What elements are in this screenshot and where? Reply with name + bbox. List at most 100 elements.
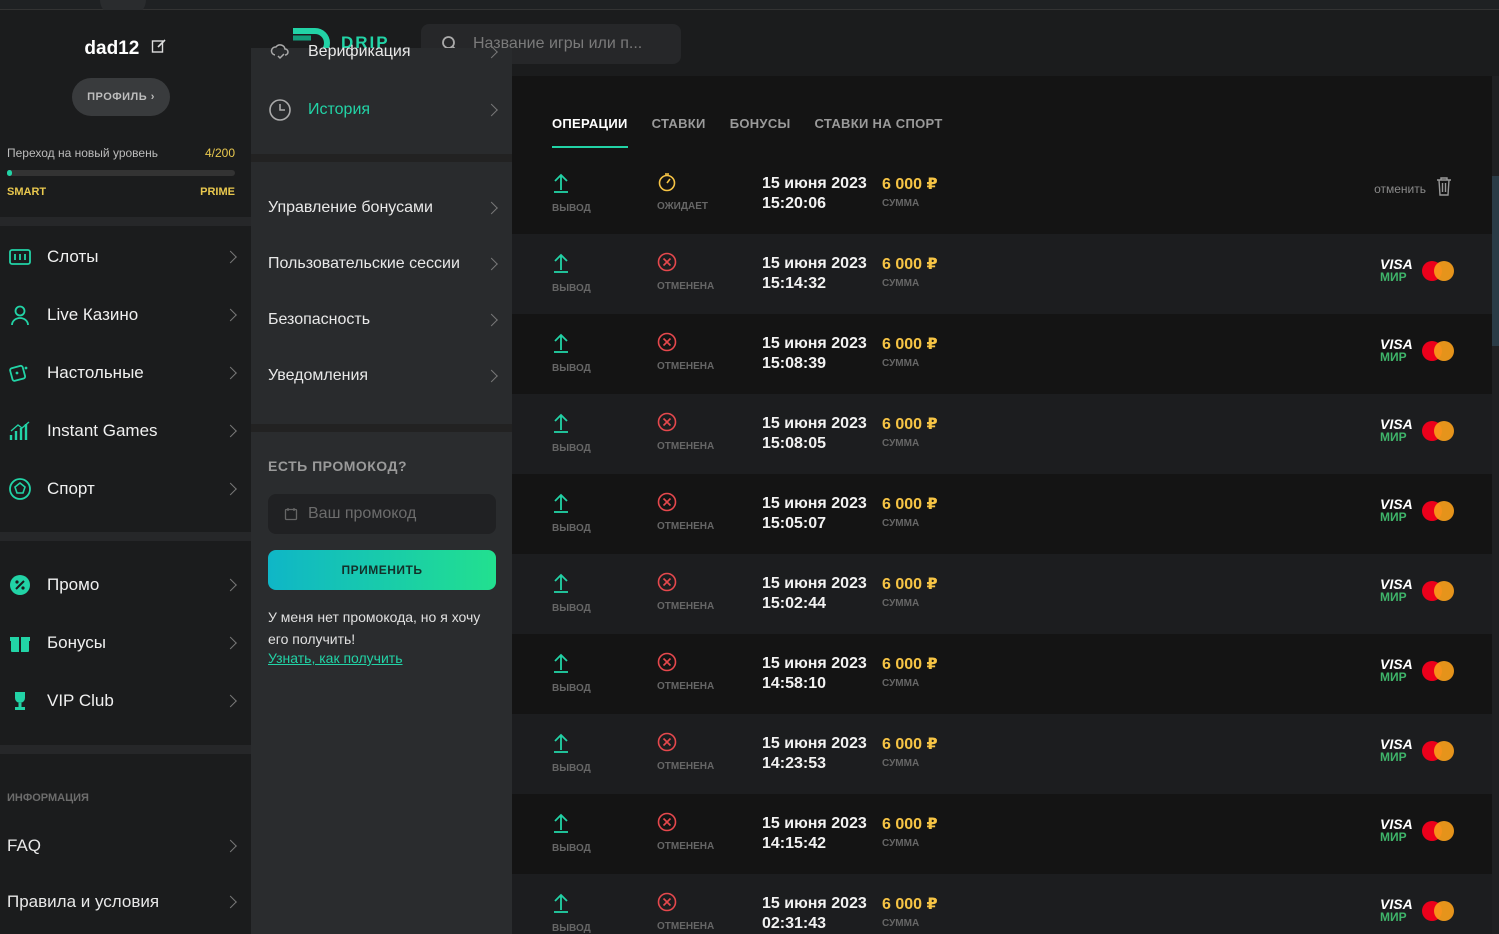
operation-date: 15 июня 2023: [762, 815, 867, 832]
operation-type: ВЫВОД: [552, 492, 612, 534]
table-row[interactable]: ВЫВОД ОТМЕНЕНА 15 июня 2023 15:05:07 6 0…: [512, 474, 1492, 554]
operation-date: 15 июня 2023: [762, 175, 867, 192]
settings-menu-item-2[interactable]: Безопасность: [251, 292, 512, 348]
withdraw-arrow-icon: [552, 173, 570, 198]
info-item-0[interactable]: FAQ: [0, 818, 251, 874]
promo-code-input[interactable]: [308, 505, 488, 523]
amount-label: СУММА: [882, 918, 920, 929]
sidebar-item-games-3[interactable]: Instant Games: [0, 402, 251, 460]
cancel-link[interactable]: отменить: [1374, 182, 1426, 196]
bars-icon: [7, 418, 33, 444]
settings-menu-item-0[interactable]: Управление бонусами: [251, 180, 512, 236]
sidebar-item-extras-2[interactable]: VIP Club: [0, 672, 251, 730]
chevron-right-icon: [485, 313, 498, 327]
info-item-label: Правила и условия: [7, 892, 160, 911]
operation-date: 15 июня 2023: [762, 255, 867, 272]
history-tab-2[interactable]: БОНУСЫ: [730, 116, 791, 148]
payment-method-logo: VISA МИР: [1380, 816, 1454, 846]
sidebar-item-extras-0[interactable]: Промо: [0, 556, 251, 614]
settings-menu-item-3[interactable]: Уведомления: [251, 348, 512, 404]
operation-status: ОТМЕНЕНА: [657, 732, 747, 772]
status-label: ОЖИДАЕТ: [657, 201, 708, 212]
history-tab-3[interactable]: СТАВКИ НА СПОРТ: [815, 116, 943, 148]
sidebar-item-games-1[interactable]: Live Казино: [0, 286, 251, 344]
menu-item-verification[interactable]: Верификация: [251, 43, 512, 60]
scrollbar[interactable]: [1492, 76, 1499, 934]
user-panel: dad12 ПРОФИЛЬ › Переход на новый уровень…: [0, 10, 251, 217]
status-label: ОТМЕНЕНА: [657, 601, 715, 612]
operation-time: 15:08:39: [762, 355, 827, 372]
promo-how-to-get-link[interactable]: Узнать, как получить: [268, 650, 403, 666]
table-row[interactable]: ВЫВОД ОЖИДАЕТ 15 июня 2023 15:20:06 6 00…: [512, 154, 1492, 234]
divider: [251, 424, 512, 432]
chevron-right-icon: [224, 308, 237, 322]
promo-input-box[interactable]: [268, 494, 496, 534]
sidebar-item-label: Слоты: [47, 247, 99, 266]
operation-type-label: ВЫВОД: [552, 683, 591, 694]
row-right: VISA МИР: [1380, 336, 1454, 366]
menu-item-history[interactable]: История: [251, 82, 512, 138]
operation-status: ОТМЕНЕНА: [657, 412, 747, 452]
sidebar-item-extras-1[interactable]: Бонусы: [0, 614, 251, 672]
mir-logo: МИР: [1380, 830, 1407, 844]
edit-icon[interactable]: [151, 38, 167, 60]
cloud-verify-icon: [268, 40, 292, 64]
withdraw-arrow-icon: [552, 893, 570, 918]
mir-logo: МИР: [1380, 750, 1407, 764]
table-row[interactable]: ВЫВОД ОТМЕНЕНА 15 июня 2023 14:58:10 6 0…: [512, 634, 1492, 714]
table-row[interactable]: ВЫВОД ОТМЕНЕНА 15 июня 2023 15:08:39 6 0…: [512, 314, 1492, 394]
withdraw-arrow-icon: [552, 573, 570, 598]
profile-button-label: ПРОФИЛЬ: [87, 91, 148, 103]
info-item-1[interactable]: Правила и условия: [0, 874, 251, 930]
operation-status: ОТМЕНЕНА: [657, 332, 747, 372]
sidebar-item-games-0[interactable]: Слоты: [0, 228, 251, 286]
operation-type-label: ВЫВОД: [552, 603, 591, 614]
divider: [0, 745, 251, 754]
sidebar-item-games-4[interactable]: Спорт: [0, 460, 251, 518]
operation-amount: 6 000 ₽ СУММА: [882, 574, 938, 609]
operation-status: ОТМЕНЕНА: [657, 252, 747, 292]
row-right: VISA МИР: [1380, 416, 1454, 446]
cancelled-x-icon: [657, 572, 677, 596]
promo-icon: [284, 508, 298, 521]
operation-time: 15:14:32: [762, 275, 827, 292]
operation-type: ВЫВОД: [552, 252, 612, 294]
profile-button[interactable]: ПРОФИЛЬ ›: [72, 78, 170, 116]
amount-value: 6 000 ₽: [882, 496, 938, 513]
scrollbar-thumb[interactable]: [1492, 176, 1499, 346]
table-row[interactable]: ВЫВОД ОТМЕНЕНА 15 июня 2023 15:02:44 6 0…: [512, 554, 1492, 634]
trash-icon[interactable]: [1436, 176, 1452, 201]
gift-icon: [7, 630, 33, 656]
payment-method-logo: VISA МИР: [1380, 416, 1454, 446]
operation-date: 15 июня 2023: [762, 415, 867, 432]
table-row[interactable]: ВЫВОД ОТМЕНЕНА 15 июня 2023 14:23:53 6 0…: [512, 714, 1492, 794]
mastercard-orange-circle: [1434, 661, 1454, 681]
table-row[interactable]: ВЫВОД ОТМЕНЕНА 15 июня 2023 15:14:32 6 0…: [512, 234, 1492, 314]
dealer-icon: [7, 302, 33, 328]
row-right: VISA МИР: [1380, 816, 1454, 846]
chevron-right-icon: [485, 369, 498, 383]
operation-type: ВЫВОД: [552, 332, 612, 374]
operation-date: 15 июня 2023: [762, 335, 867, 352]
sidebar-item-games-2[interactable]: Настольные: [0, 344, 251, 402]
table-row[interactable]: ВЫВОД ОТМЕНЕНА 15 июня 2023 02:31:43 6 0…: [512, 874, 1492, 934]
menu-item-label: Управление бонусами: [268, 199, 433, 216]
operation-type-label: ВЫВОД: [552, 203, 591, 214]
payment-method-logo: VISA МИР: [1380, 576, 1454, 606]
settings-menu-item-1[interactable]: Пользовательские сессии: [251, 236, 512, 292]
table-row[interactable]: ВЫВОД ОТМЕНЕНА 15 июня 2023 14:15:42 6 0…: [512, 794, 1492, 874]
row-right: отменить: [1374, 176, 1452, 201]
withdraw-arrow-icon: [552, 733, 570, 758]
operation-time: 15:08:05: [762, 435, 827, 452]
history-tab-0[interactable]: ОПЕРАЦИИ: [552, 116, 628, 148]
chevron-right-icon: [485, 201, 498, 215]
operation-type: ВЫВОД: [552, 732, 612, 774]
chevron-right-icon: [224, 366, 237, 380]
row-right: VISA МИР: [1380, 656, 1454, 686]
operation-amount: 6 000 ₽ СУММА: [882, 814, 938, 849]
operation-time: 14:58:10: [762, 675, 827, 692]
table-row[interactable]: ВЫВОД ОТМЕНЕНА 15 июня 2023 15:08:05 6 0…: [512, 394, 1492, 474]
history-tab-1[interactable]: СТАВКИ: [652, 116, 706, 148]
amount-value: 6 000 ₽: [882, 176, 938, 193]
apply-promo-button[interactable]: ПРИМЕНИТЬ: [268, 550, 496, 590]
